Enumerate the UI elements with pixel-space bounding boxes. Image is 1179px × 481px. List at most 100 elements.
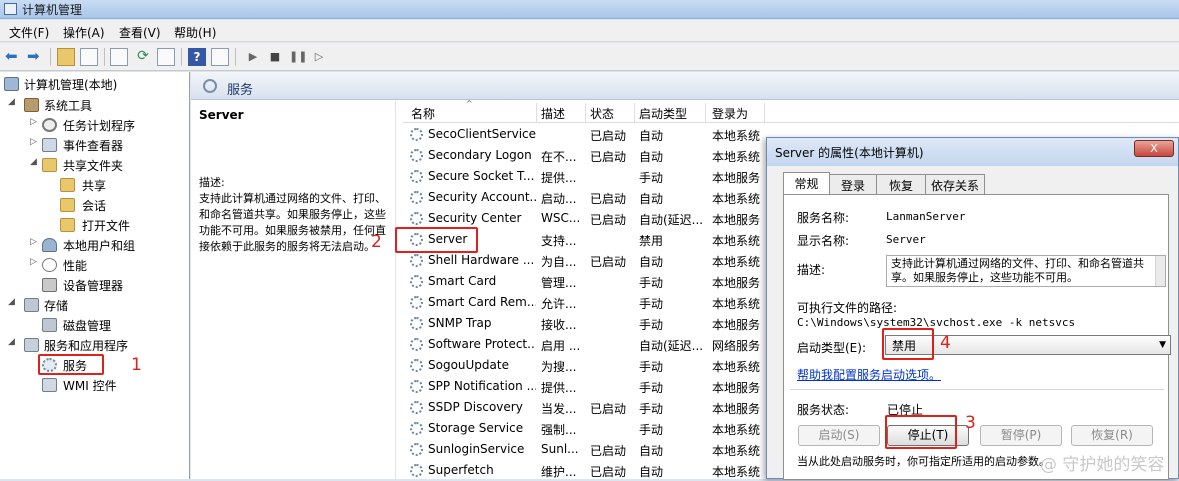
tab-general[interactable]: 常规 <box>783 172 830 194</box>
collapse-arrow-icon[interactable]: ◢ <box>8 337 18 347</box>
view-icon[interactable] <box>211 48 229 66</box>
column-header-description[interactable]: 描述 <box>541 105 565 122</box>
service-gear-icon <box>410 212 423 225</box>
service-name-cell: SunloginService <box>428 442 525 456</box>
help-configure-link[interactable]: 帮助我配置服务启动选项。 <box>797 366 941 383</box>
description-label: 描述: <box>199 176 225 189</box>
description-scrollbar[interactable] <box>1155 256 1165 286</box>
service-logon-cell: 本地系统 <box>712 423 761 437</box>
service-logon-cell: 本地系统 <box>712 465 761 479</box>
service-description-cell: 为自... <box>541 255 577 269</box>
export-list-icon[interactable] <box>157 48 175 66</box>
menu-file[interactable]: 文件(F) <box>9 24 49 41</box>
start-button[interactable]: 启动(S) <box>798 425 880 446</box>
service-startup-type-cell: 自动 <box>639 255 664 269</box>
general-tab-panel: 服务名称: LanmanServer 显示名称: Server 描述: 支持此计… <box>783 194 1171 480</box>
services-header-title: 服务 <box>227 83 254 98</box>
tab-recovery[interactable]: 恢复 <box>876 174 926 194</box>
service-name-cell: SogouUpdate <box>428 358 509 372</box>
properties-icon[interactable] <box>110 48 128 66</box>
help-icon[interactable]: ? <box>188 48 206 66</box>
annotation-2: 2 <box>371 232 382 252</box>
service-name-cell: SNMP Trap <box>428 316 492 330</box>
service-startup-type-cell: 手动 <box>639 360 664 374</box>
service-startup-type-cell: 手动 <box>639 276 664 290</box>
stop-service-icon[interactable]: ■ <box>266 48 284 66</box>
expand-arrow-icon[interactable]: ▷ <box>30 257 40 267</box>
service-gear-icon <box>410 170 423 183</box>
expand-arrow-icon[interactable]: ▷ <box>30 117 40 127</box>
service-logon-cell: 本地服务 <box>712 276 761 290</box>
restart-service-icon[interactable]: ▷ <box>310 48 328 66</box>
sessions-folder-icon <box>60 198 75 212</box>
collapse-arrow-icon[interactable]: ◢ <box>8 297 18 307</box>
description-textbox[interactable]: 支持此计算机通过网络的文件、打印、和命名管道共享。如果服务停止，这些功能不可用。 <box>886 255 1166 287</box>
service-logon-cell: 本地服务 <box>712 171 761 185</box>
service-startup-type-cell: 自动(延迟... <box>639 213 703 227</box>
resume-button[interactable]: 恢复(R) <box>1071 425 1153 446</box>
highlight-box-server-row <box>395 227 478 253</box>
menu-view[interactable]: 查看(V) <box>119 24 161 41</box>
description-text: 支持此计算机通过网络的文件、打印、和命名管道共享。如果服务停止，这些功能不可用。 <box>891 257 1144 284</box>
performance-icon <box>42 258 57 272</box>
annotation-3: 3 <box>965 413 976 433</box>
refresh-icon[interactable]: ⟳ <box>134 48 152 66</box>
annotation-1: 1 <box>131 355 142 375</box>
service-description-cell: Sunl... <box>541 442 579 456</box>
service-description-cell: 接收... <box>541 318 577 332</box>
service-status-label: 服务状态: <box>797 403 850 417</box>
divider <box>790 389 1164 390</box>
forward-icon[interactable]: ➡ <box>26 48 44 66</box>
service-name-cell: Secondary Logon <box>428 148 532 162</box>
close-icon[interactable]: X <box>1134 140 1174 157</box>
expand-arrow-icon[interactable]: ▷ <box>30 137 40 147</box>
column-header-name[interactable]: 名称 <box>411 105 435 122</box>
back-icon[interactable]: ⬅ <box>4 48 22 66</box>
service-name-cell: SSDP Discovery <box>428 400 523 414</box>
folder-up-icon[interactable] <box>57 48 75 66</box>
collapse-arrow-icon[interactable]: ◢ <box>30 157 40 167</box>
start-service-icon[interactable]: ▶ <box>244 48 262 66</box>
service-gear-icon <box>410 128 423 141</box>
service-name-cell: Shell Hardware ... <box>428 253 535 267</box>
service-name-cell: Software Protect... <box>428 337 536 351</box>
column-header-logon-as[interactable]: 登录为 <box>712 105 748 122</box>
pause-button[interactable]: 暂停(P) <box>980 425 1062 446</box>
service-startup-type-cell: 禁用 <box>639 234 664 248</box>
tools-icon <box>24 98 39 112</box>
service-description-cell: WSC... <box>541 211 581 225</box>
tab-logon[interactable]: 登录 <box>829 174 877 194</box>
show-hide-tree-icon[interactable] <box>80 48 98 66</box>
pause-service-icon[interactable]: ❚❚ <box>288 48 307 66</box>
service-logon-cell: 本地系统 <box>712 444 761 458</box>
menu-help[interactable]: 帮助(H) <box>174 24 216 41</box>
service-status-cell: 已启动 <box>590 192 627 206</box>
wmi-icon <box>42 378 57 392</box>
service-startup-type-cell: 自动 <box>639 192 664 206</box>
service-description-cell: 强制... <box>541 423 577 437</box>
service-description-cell: 当发... <box>541 402 577 416</box>
service-startup-type-cell: 自动 <box>639 150 664 164</box>
column-header-startup-type[interactable]: 启动类型 <box>639 105 687 122</box>
chevron-down-icon: ▼ <box>1159 340 1166 350</box>
expand-arrow-icon[interactable]: ▷ <box>30 237 40 247</box>
service-name-cell: Superfetch <box>428 463 494 477</box>
startup-params-hint: 当从此处启动服务时，你可指定所适用的启动参数。 <box>797 455 1050 468</box>
service-startup-type-cell: 手动 <box>639 402 664 416</box>
service-logon-cell: 本地服务 <box>712 213 761 227</box>
service-description-cell: 在不... <box>541 150 577 164</box>
list-header: 名称 ^ 描述 状态 启动类型 登录为 <box>403 99 1179 123</box>
service-name-cell: SPP Notification ... <box>428 379 536 393</box>
tab-dependencies[interactable]: 依存关系 <box>925 174 985 194</box>
service-name-cell: Smart Card <box>428 274 497 288</box>
open-files-folder-icon <box>60 218 75 232</box>
event-viewer-icon <box>42 138 57 152</box>
collapse-arrow-icon[interactable]: ◢ <box>8 97 18 107</box>
highlight-box-startup-type <box>882 328 934 360</box>
service-status-cell: 已启动 <box>590 255 627 269</box>
share-folder-icon <box>60 178 75 192</box>
service-description-cell: 启用 ... <box>541 339 581 353</box>
service-name-label: 服务名称: <box>797 211 850 225</box>
column-header-status[interactable]: 状态 <box>590 105 614 122</box>
menu-action[interactable]: 操作(A) <box>63 24 105 41</box>
